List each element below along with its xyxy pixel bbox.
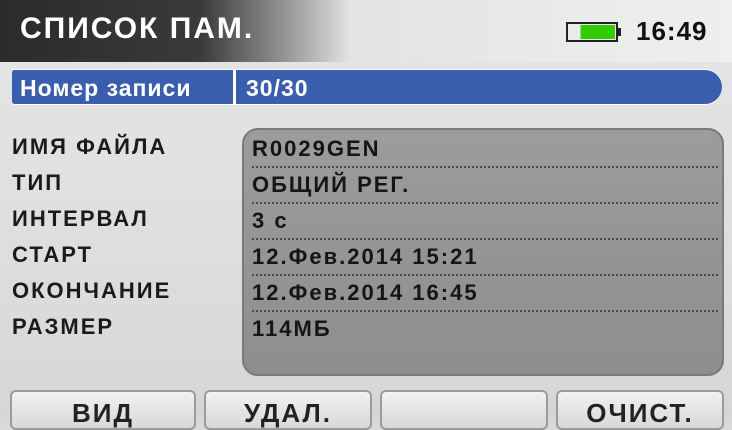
record-number-label: Номер записи bbox=[20, 75, 192, 101]
clear-button[interactable]: ОЧИСТ. bbox=[556, 390, 724, 430]
interval-value: 3 с bbox=[252, 204, 718, 240]
clock-time: 16:49 bbox=[636, 16, 708, 46]
empty-softkey[interactable] bbox=[380, 390, 548, 430]
type-value: ОБЩИЙ РЕГ. bbox=[252, 168, 718, 204]
type-label: ТИП bbox=[12, 170, 64, 195]
interval-label: ИНТЕРВАЛ bbox=[12, 206, 149, 231]
screen-title: СПИСОК ПАМ. bbox=[20, 12, 255, 45]
end-value: 12.Фев.2014 16:45 bbox=[252, 276, 718, 312]
start-label: СТАРТ bbox=[12, 242, 94, 267]
memory-list-screen: СПИСОК ПАМ. 16:49 Номер записи 30/30 ИМЯ… bbox=[0, 0, 732, 430]
start-value: 12.Фев.2014 15:21 bbox=[252, 240, 718, 276]
size-label: РАЗМЕР bbox=[12, 314, 115, 339]
record-number-row[interactable]: Номер записи 30/30 bbox=[12, 70, 722, 104]
header-bar: СПИСОК ПАМ. 16:49 bbox=[0, 0, 732, 62]
battery-level-fill bbox=[580, 25, 615, 39]
file-name-label: ИМЯ ФАЙЛА bbox=[12, 134, 168, 159]
record-info-panel: R0029GEN ОБЩИЙ РЕГ. 3 с 12.Фев.2014 15:2… bbox=[242, 128, 724, 376]
end-label: ОКОНЧАНИЕ bbox=[12, 278, 172, 303]
delete-button[interactable]: УДАЛ. bbox=[204, 390, 372, 430]
record-number-value[interactable]: 30/30 bbox=[246, 75, 309, 102]
file-name-value: R0029GEN bbox=[252, 132, 718, 168]
record-row-divider bbox=[233, 70, 236, 104]
size-value: 114МБ bbox=[252, 316, 332, 341]
view-button[interactable]: ВИД bbox=[10, 390, 196, 430]
battery-icon bbox=[566, 22, 621, 42]
